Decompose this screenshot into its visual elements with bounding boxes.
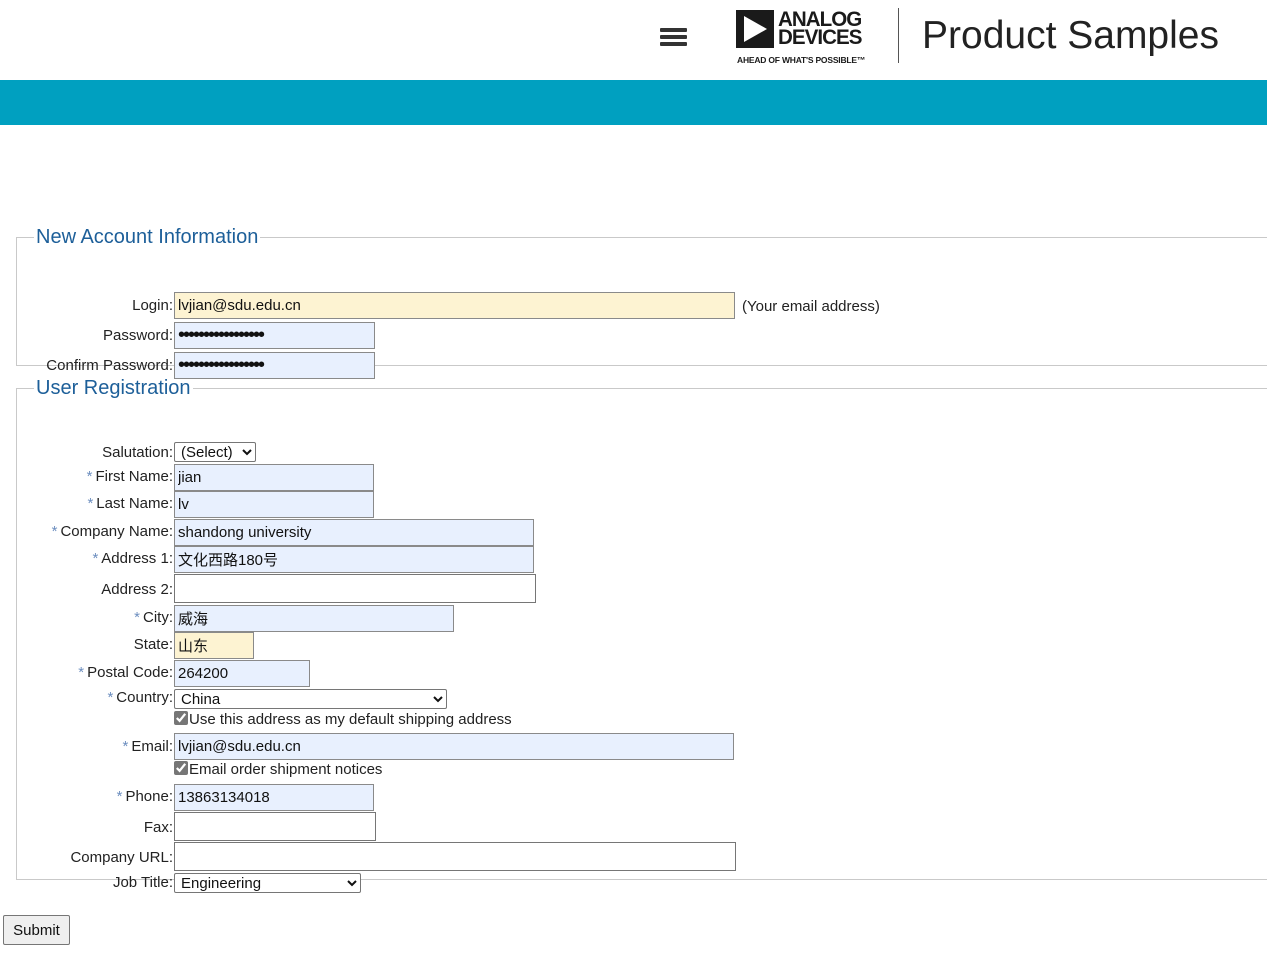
new-account-legend: New Account Information xyxy=(36,226,259,248)
state-label: State: xyxy=(133,636,173,653)
email-label: * Email: xyxy=(122,738,173,755)
job-title-label: Job Title: xyxy=(112,874,173,891)
user-registration-legend: User Registration xyxy=(36,377,191,399)
first-name-input[interactable] xyxy=(174,464,374,491)
phone-label: * Phone: xyxy=(116,788,173,805)
logo-tagline: AHEAD OF WHAT'S POSSIBLE™ xyxy=(737,55,866,65)
address1-input[interactable] xyxy=(174,546,534,573)
default-shipping-label: Use this address as my default shipping … xyxy=(189,711,512,728)
email-notices-row: Email order shipment notices xyxy=(174,761,382,778)
new-account-section: New Account Information Login: (Your ema… xyxy=(16,226,1267,379)
company-name-input[interactable] xyxy=(174,519,534,546)
required-marker: * xyxy=(116,788,123,805)
analog-devices-logo[interactable]: ANALOG DEVICES AHEAD OF WHAT'S POSSIBLE™ xyxy=(736,9,881,67)
state-input[interactable] xyxy=(174,632,254,659)
site-header: ANALOG DEVICES AHEAD OF WHAT'S POSSIBLE™… xyxy=(0,0,1267,80)
navigation-bar xyxy=(0,80,1267,125)
postal-code-input[interactable] xyxy=(174,660,310,687)
logo-text-line2: DEVICES xyxy=(778,26,862,49)
required-marker: * xyxy=(51,523,58,540)
header-divider xyxy=(898,8,899,63)
salutation-label: Salutation: xyxy=(102,444,173,461)
hamburger-menu-icon[interactable] xyxy=(660,25,687,49)
last-name-label: * Last Name: xyxy=(87,495,173,512)
address2-label: Address 2: xyxy=(101,581,173,598)
required-marker: * xyxy=(134,609,140,626)
country-label: * Country: xyxy=(107,689,173,706)
confirm-password-input[interactable] xyxy=(174,352,375,379)
company-url-label: Company URL: xyxy=(70,849,173,866)
address1-label: * Address 1: xyxy=(92,550,173,567)
last-name-input[interactable] xyxy=(174,491,374,518)
required-marker: * xyxy=(86,468,93,485)
login-label: Login: xyxy=(132,297,173,314)
job-title-select[interactable]: Engineering xyxy=(174,873,361,893)
phone-input[interactable] xyxy=(174,784,374,811)
postal-code-label: * Postal Code: xyxy=(78,664,173,681)
fax-label: Fax: xyxy=(143,819,173,836)
company-url-input[interactable] xyxy=(174,842,736,871)
user-registration-section: User Registration Salutation: (Select) *… xyxy=(16,377,1267,893)
required-marker: * xyxy=(92,550,99,567)
first-name-label: * First Name: xyxy=(86,468,173,485)
address2-input[interactable] xyxy=(174,574,536,603)
city-label: * City: xyxy=(134,609,173,626)
email-notices-label: Email order shipment notices xyxy=(189,761,383,778)
default-shipping-checkbox[interactable] xyxy=(174,711,188,725)
login-input[interactable] xyxy=(174,292,735,319)
default-shipping-row: Use this address as my default shipping … xyxy=(174,711,512,728)
required-marker: * xyxy=(107,689,114,706)
login-hint: (Your email address) xyxy=(742,298,880,315)
fax-input[interactable] xyxy=(174,812,376,841)
email-input[interactable] xyxy=(174,733,734,760)
salutation-select[interactable]: (Select) xyxy=(174,442,256,462)
page-title: Product Samples xyxy=(922,14,1219,57)
required-marker: * xyxy=(87,495,94,512)
required-marker: * xyxy=(122,738,129,755)
logo-triangle-mark xyxy=(736,10,774,48)
password-input[interactable] xyxy=(174,322,375,349)
country-select[interactable]: China xyxy=(174,689,447,709)
city-input[interactable] xyxy=(174,605,454,632)
email-notices-checkbox[interactable] xyxy=(174,761,188,775)
confirm-password-label: Confirm Password: xyxy=(46,357,173,374)
submit-button[interactable]: Submit xyxy=(3,915,70,945)
required-marker: * xyxy=(78,664,85,681)
company-name-label: * Company Name: xyxy=(51,523,173,540)
password-label: Password: xyxy=(102,327,173,344)
